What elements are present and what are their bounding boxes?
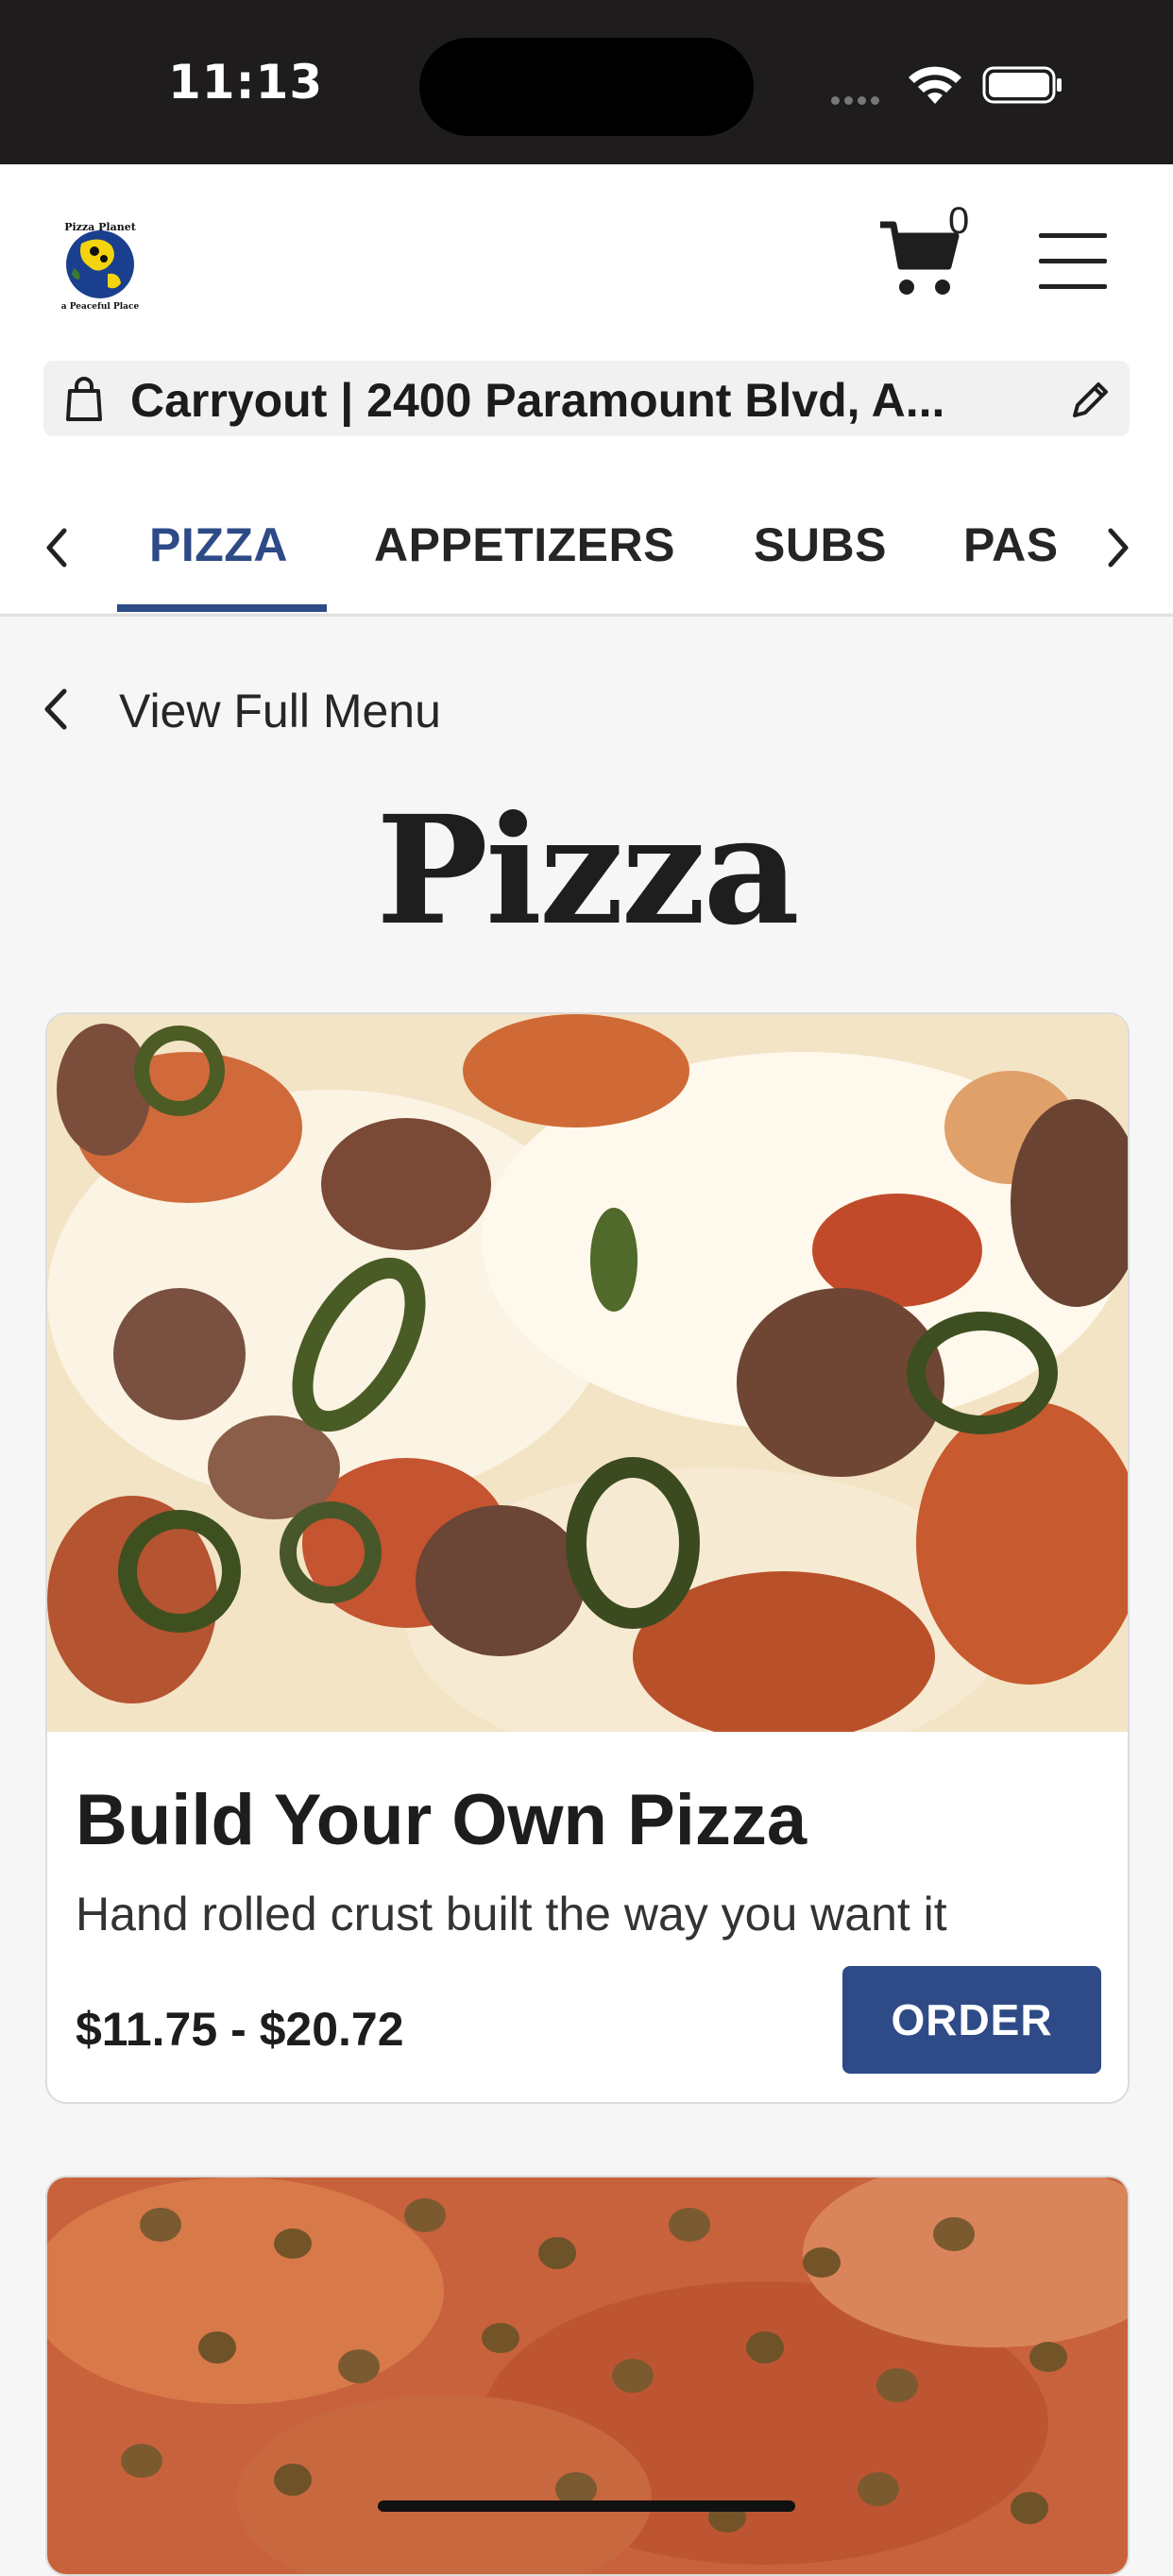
order-button[interactable]: ORDER [842, 1966, 1101, 2074]
menu-item-title: Build Your Own Pizza [76, 1780, 808, 1860]
pizza-photo [47, 1014, 1128, 1732]
cart-count-badge: 0 [948, 200, 970, 242]
menu-item-card[interactable] [45, 2176, 1130, 2576]
pizza-photo [47, 2178, 1128, 2574]
category-tabs: PIZZA APPETIZERS SUBS PAS [0, 491, 1173, 614]
menu-item-card[interactable]: Build Your Own Pizza Hand rolled crust b… [45, 1012, 1130, 2104]
logo-bottom-text: a Peaceful Place [61, 302, 140, 312]
tab-strip: PIZZA APPETIZERS SUBS PAS [117, 491, 1062, 614]
status-bar: 11:13 [0, 0, 1173, 164]
view-full-menu-label: View Full Menu [119, 685, 441, 737]
active-tab-indicator [117, 604, 327, 612]
menu-item-price: $11.75 - $20.72 [76, 2003, 404, 2056]
status-time: 11:13 [168, 55, 324, 110]
chevron-left-icon[interactable] [28, 519, 85, 576]
tab-appetizers[interactable]: APPETIZERS [374, 517, 675, 572]
page-title: Pizza [376, 784, 800, 958]
pizza-planet-logo[interactable]: Pizza Planet a Peaceful Place [53, 217, 147, 312]
wifi-icon [909, 66, 961, 104]
location-text: Carryout | 2400 Paramount Blvd, A... [130, 374, 945, 427]
hamburger-menu-icon[interactable] [1039, 233, 1109, 290]
dynamic-island [419, 38, 754, 136]
pencil-icon[interactable] [1069, 378, 1113, 421]
location-selector[interactable]: Carryout | 2400 Paramount Blvd, A... [43, 361, 1130, 436]
menu-item-description: Hand rolled crust built the way you want… [76, 1888, 947, 1940]
tab-pizza[interactable]: PIZZA [149, 517, 288, 572]
chevron-left-icon [44, 688, 67, 730]
chevron-right-icon[interactable] [1090, 519, 1147, 576]
tabs-divider [0, 614, 1173, 617]
home-indicator[interactable] [378, 2500, 795, 2512]
logo-top-text: Pizza Planet [64, 221, 136, 233]
tab-pasta[interactable]: PAS [963, 517, 1059, 572]
cellular-signal-icon [831, 93, 884, 110]
shopping-bag-icon [66, 377, 102, 421]
battery-icon [982, 66, 1062, 104]
tab-subs[interactable]: SUBS [754, 517, 887, 572]
